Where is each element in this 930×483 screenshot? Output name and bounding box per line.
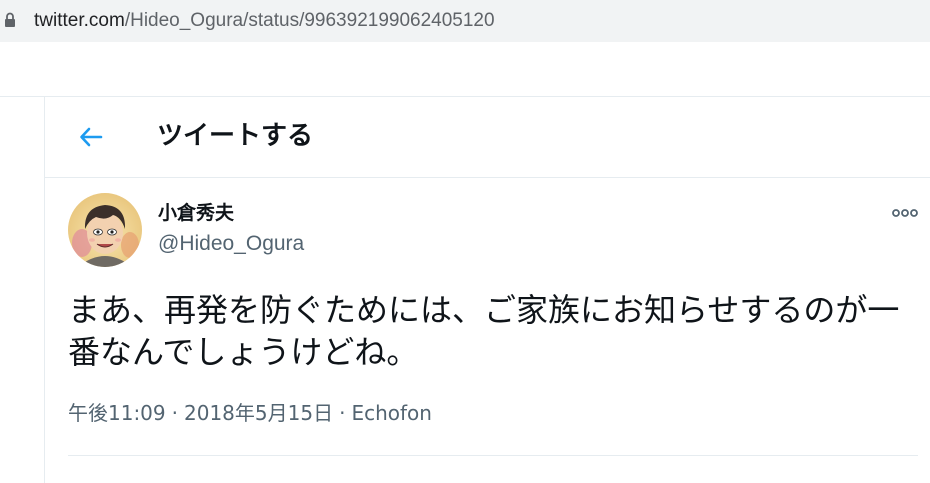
user-handle[interactable]: @Hideo_Ogura (158, 231, 304, 257)
tweet-source[interactable]: Echofon (351, 401, 432, 425)
tweet-date[interactable]: 2018年5月15日 (184, 401, 333, 425)
meta-divider (68, 455, 918, 456)
tweet-time[interactable]: 午後11:09 (68, 401, 166, 425)
avatar[interactable] (68, 193, 142, 267)
meta-separator: · (339, 401, 346, 425)
browser-address-bar[interactable]: twitter.com/Hideo_Ogura/status/996392199… (0, 0, 930, 42)
tweet-header: ツイートする (45, 97, 930, 178)
meta-separator: · (171, 401, 178, 425)
tweet-meta: 午後11:09 · 2018年5月15日 · Echofon (68, 400, 432, 426)
display-name[interactable]: 小倉秀夫 (158, 201, 234, 225)
tweet-text: まあ、再発を防ぐためには、ご家族にお知らせするのが一番なんでしょうけどね。 (68, 291, 900, 371)
url-domain: twitter.com (34, 10, 125, 31)
more-horizontal-icon[interactable] (891, 205, 919, 221)
tweet-column: ツイートする 小倉秀夫 @Hideo_Ogura まあ、再発を防ぐためには、ご家… (44, 97, 930, 483)
arrow-left-icon[interactable] (77, 123, 105, 151)
lock-icon (5, 12, 15, 27)
url-path: /Hideo_Ogura/status/996392199062405120 (124, 10, 495, 31)
url-text[interactable]: twitter.com/Hideo_Ogura/status/996392199… (34, 9, 495, 33)
avatar-image (68, 193, 142, 267)
page-title: ツイートする (157, 121, 314, 151)
